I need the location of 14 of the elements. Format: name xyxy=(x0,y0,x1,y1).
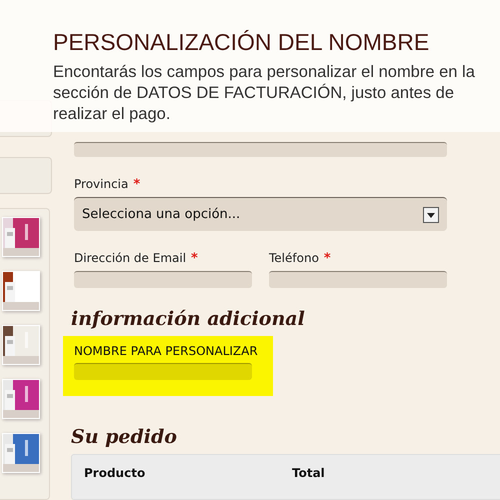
province-select[interactable]: Selecciona una opción... xyxy=(74,197,447,232)
banner-title: PERSONALIZACIÓN DEL NOMBRE xyxy=(53,28,430,56)
section-heading: Su pedido xyxy=(71,426,178,448)
field-label: NOMBRE PARA PERSONALIZAR xyxy=(74,344,259,358)
field-label: Teléfono xyxy=(269,251,319,266)
column-header: Total xyxy=(292,466,325,480)
required-mark: * xyxy=(133,178,140,192)
field-label: Dirección de Email xyxy=(74,251,186,266)
required-mark: * xyxy=(324,252,331,266)
banner-text: Encontarás los campos para personalizar el nombre en la sección de DATOS DE FACTURACIÓN, justo antes de realizar el pago. xyxy=(53,62,476,125)
column-header: Producto xyxy=(84,466,146,480)
field-label: Provincia xyxy=(74,177,128,192)
required-mark: * xyxy=(191,252,198,266)
section-heading: información adicional xyxy=(71,308,306,330)
